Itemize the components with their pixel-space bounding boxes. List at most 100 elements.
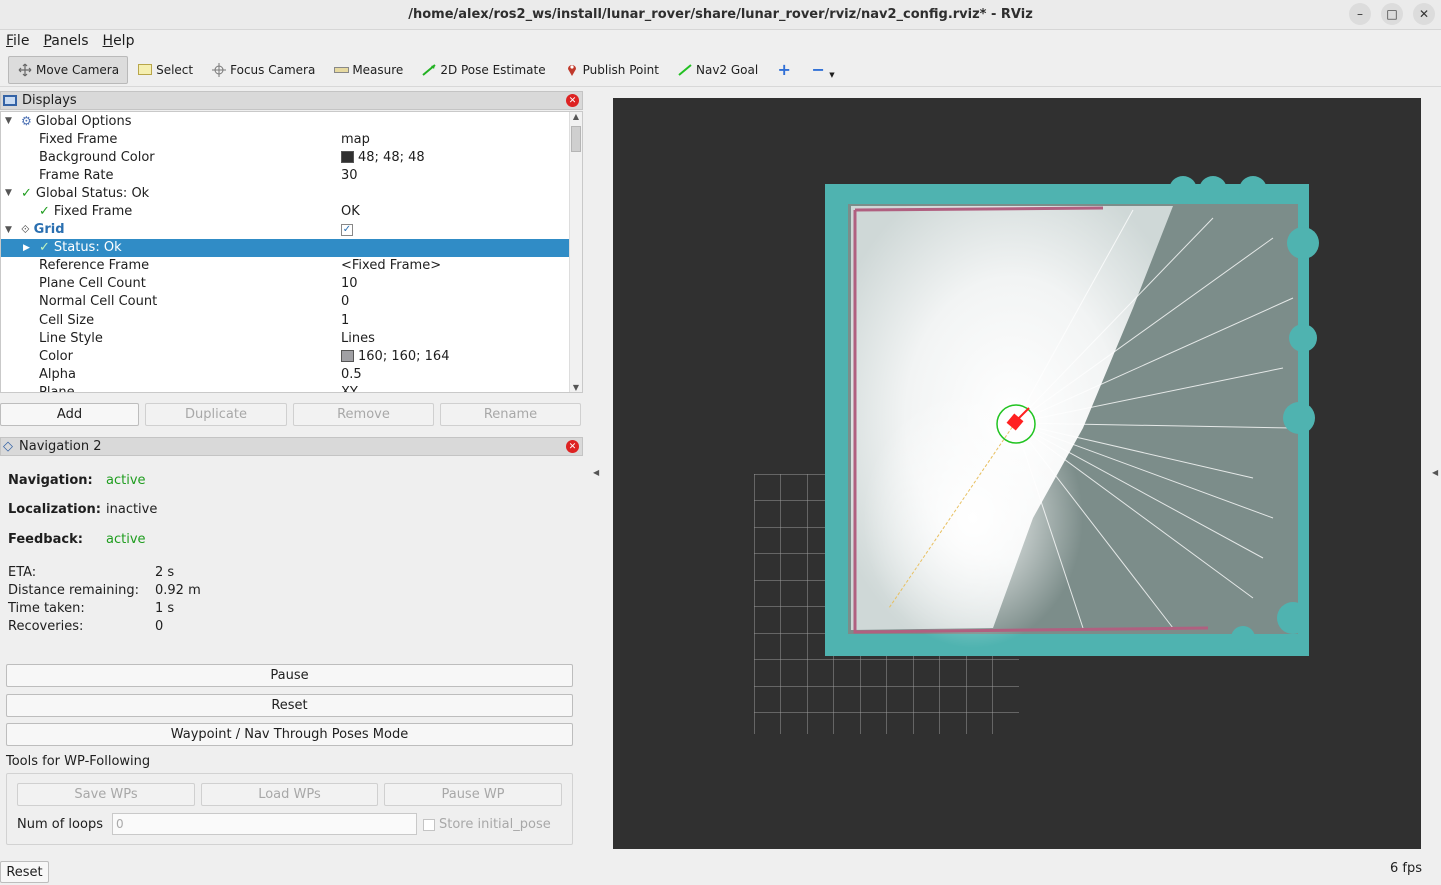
- normal-cell-count-value[interactable]: 0: [341, 294, 349, 309]
- collapse-caret-icon[interactable]: ▶: [23, 243, 30, 253]
- checkmark-icon: ✓: [21, 185, 32, 201]
- move-camera-tool[interactable]: Move Camera: [8, 55, 129, 84]
- nav2-goal-tool[interactable]: Nav2 Goal: [668, 56, 767, 84]
- menu-help[interactable]: Help: [103, 33, 135, 49]
- add-display-button[interactable]: Add: [0, 403, 139, 426]
- add-tool-button[interactable]: +: [767, 56, 801, 84]
- close-navigation-icon[interactable]: ✕: [566, 440, 579, 453]
- feedback-label: Feedback:: [8, 532, 83, 547]
- grid-color-value[interactable]: 160; 160; 164: [341, 349, 449, 364]
- menu-bar: File Panels Help: [0, 30, 1441, 52]
- reference-frame-value[interactable]: <Fixed Frame>: [341, 258, 441, 273]
- tree-row-global-status[interactable]: ▼ ✓ Global Status: Ok: [1, 184, 582, 202]
- pause-button[interactable]: Pause: [6, 664, 573, 687]
- free-space-core: [863, 388, 1083, 648]
- status-bar: Reset 6 fps: [0, 858, 1441, 885]
- tree-row-alpha[interactable]: Alpha 0.5: [1, 365, 582, 383]
- line-style-value[interactable]: Lines: [341, 331, 375, 346]
- load-wps-button[interactable]: Load WPs: [201, 783, 378, 806]
- frame-rate-value[interactable]: 30: [341, 168, 358, 183]
- focus-camera-tool[interactable]: Focus Camera: [202, 56, 324, 84]
- waypoint-mode-button[interactable]: Waypoint / Nav Through Poses Mode: [6, 723, 573, 746]
- minimize-button[interactable]: –: [1349, 3, 1371, 25]
- reset-button[interactable]: Reset: [6, 694, 573, 717]
- time-taken-value: 1 s: [155, 601, 175, 616]
- store-initial-pose-checkbox[interactable]: [423, 818, 435, 831]
- remove-tool-button[interactable]: − ▼: [801, 56, 843, 84]
- expand-caret-icon[interactable]: ▼: [5, 225, 12, 235]
- scroll-down-icon[interactable]: ▼: [570, 383, 582, 392]
- remove-display-button[interactable]: Remove: [293, 403, 434, 426]
- duplicate-display-button[interactable]: Duplicate: [145, 403, 287, 426]
- row-label: Global Options: [35, 113, 132, 129]
- pose-estimate-tool[interactable]: 2D Pose Estimate: [412, 56, 554, 84]
- maximize-button[interactable]: □: [1381, 3, 1403, 25]
- scroll-thumb[interactable]: [571, 126, 581, 152]
- tree-row-plane[interactable]: Plane XY: [1, 383, 582, 392]
- tree-row-reference-frame[interactable]: Reference Frame <Fixed Frame>: [1, 257, 582, 275]
- publish-point-tool[interactable]: Publish Point: [555, 56, 668, 84]
- plus-icon: +: [777, 60, 791, 79]
- alpha-value[interactable]: 0.5: [341, 367, 362, 382]
- dropdown-arrow-icon: ▼: [829, 70, 835, 79]
- tree-row-normal-cell-count[interactable]: Normal Cell Count 0: [1, 293, 582, 311]
- close-window-button[interactable]: ✕: [1413, 3, 1435, 25]
- select-label: Select: [156, 62, 194, 77]
- fixed-frame-status-value: OK: [341, 204, 360, 220]
- cell-size-value[interactable]: 1: [341, 313, 349, 328]
- tree-row-cell-size[interactable]: Cell Size 1: [1, 311, 582, 329]
- menu-file[interactable]: File: [6, 33, 29, 49]
- expand-caret-icon[interactable]: ▼: [5, 116, 12, 126]
- close-displays-icon[interactable]: ✕: [566, 94, 579, 107]
- recoveries-value: 0: [155, 619, 164, 634]
- tree-row-plane-cell-count[interactable]: Plane Cell Count 10: [1, 275, 582, 293]
- minimize-icon: –: [1357, 7, 1363, 21]
- tree-row-background-color[interactable]: Background Color 48; 48; 48: [1, 148, 582, 166]
- store-initial-pose-label: Store initial_pose: [439, 817, 551, 832]
- fixed-frame-value[interactable]: map: [341, 132, 370, 147]
- menu-panels[interactable]: Panels: [43, 33, 88, 49]
- tree-row-frame-rate[interactable]: Frame Rate 30: [1, 166, 582, 184]
- title-bar: /home/alex/ros2_ws/install/lunar_rover/s…: [0, 0, 1441, 30]
- close-icon: ✕: [1418, 7, 1430, 21]
- measure-tool[interactable]: Measure: [324, 56, 412, 84]
- rename-display-button[interactable]: Rename: [440, 403, 581, 426]
- tree-row-status-ok[interactable]: ▶ ✓ Status: Ok: [1, 238, 570, 257]
- scroll-up-icon[interactable]: ▲: [570, 112, 582, 121]
- eta-label: ETA:: [8, 565, 37, 580]
- store-initial-pose-option[interactable]: Store initial_pose: [423, 817, 551, 832]
- tree-row-fixed-frame[interactable]: Fixed Frame map: [1, 130, 582, 148]
- nav2-goal-label: Nav2 Goal: [696, 62, 759, 77]
- wp-tools-title: Tools for WP-Following: [6, 754, 151, 769]
- navigation-label: Navigation:: [8, 473, 93, 488]
- render-viewport[interactable]: [613, 98, 1421, 849]
- splitter-right-arrow-icon[interactable]: ◀: [1432, 468, 1438, 477]
- save-wps-button[interactable]: Save WPs: [17, 783, 195, 806]
- navigation-title: Navigation 2: [19, 439, 102, 454]
- move-camera-label: Move Camera: [36, 62, 120, 77]
- displays-tree: ▼ ⚙ Global Options Fixed Frame map Backg…: [0, 111, 583, 393]
- tree-row-color[interactable]: Color 160; 160; 164: [1, 347, 582, 365]
- reset-view-button[interactable]: Reset: [0, 861, 49, 883]
- plane-cell-count-value[interactable]: 10: [341, 276, 358, 291]
- tree-row-grid[interactable]: ▼ ⟐ Grid ✓: [1, 221, 582, 239]
- navigation-status: active: [106, 473, 146, 488]
- pose-estimate-label: 2D Pose Estimate: [440, 62, 546, 77]
- distance-remaining-value: 0.92 m: [155, 583, 201, 598]
- tree-row-fixed-frame-status[interactable]: ✓ Fixed Frame OK: [1, 202, 582, 220]
- background-color-value[interactable]: 48; 48; 48: [341, 150, 425, 165]
- grid-enabled-checkbox[interactable]: ✓: [341, 223, 353, 236]
- select-tool[interactable]: Select: [128, 56, 202, 84]
- num-loops-input[interactable]: 0: [112, 813, 417, 835]
- grid-icon: ⟐: [21, 222, 30, 236]
- expand-caret-icon[interactable]: ▼: [5, 188, 12, 198]
- tree-scrollbar[interactable]: ▲ ▼: [569, 112, 582, 392]
- monitor-icon: [3, 95, 17, 106]
- map-pin-icon: [564, 63, 580, 77]
- pause-wp-button[interactable]: Pause WP: [384, 783, 562, 806]
- move-camera-icon: [17, 63, 33, 77]
- tree-row-global-options[interactable]: ▼ ⚙ Global Options: [1, 112, 582, 130]
- splitter-left-arrow-icon[interactable]: ◀: [593, 468, 599, 477]
- tree-row-line-style[interactable]: Line Style Lines: [1, 329, 582, 347]
- plane-value[interactable]: XY: [341, 385, 358, 392]
